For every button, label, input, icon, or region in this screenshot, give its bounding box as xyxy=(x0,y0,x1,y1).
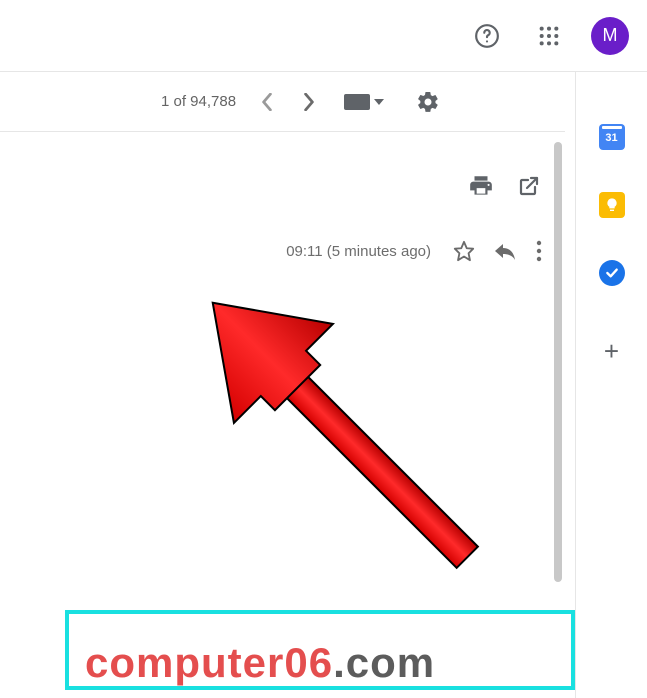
tasks-app-icon[interactable] xyxy=(599,260,625,286)
calendar-day: 31 xyxy=(599,132,625,144)
help-icon[interactable] xyxy=(467,16,507,56)
content-area: 09:11 (5 minutes ago) xyxy=(0,132,565,612)
account-avatar[interactable]: M xyxy=(591,17,629,55)
keyboard-icon xyxy=(344,94,370,110)
watermark-part2: .com xyxy=(333,639,435,686)
message-actions-top xyxy=(467,172,543,200)
avatar-initial: M xyxy=(603,25,618,46)
watermark: computer06.com xyxy=(85,639,435,687)
side-panel: 31 + xyxy=(575,72,647,698)
apps-grid-icon[interactable] xyxy=(529,16,569,56)
input-tools-dropdown[interactable] xyxy=(340,90,388,114)
keep-app-icon[interactable] xyxy=(599,192,625,218)
settings-gear-icon[interactable] xyxy=(408,82,448,122)
message-timestamp: 09:11 (5 minutes ago) xyxy=(286,243,431,260)
prev-button[interactable] xyxy=(246,81,288,123)
scrollbar[interactable] xyxy=(554,142,562,582)
more-options-icon[interactable] xyxy=(535,240,543,262)
calendar-app-icon[interactable]: 31 xyxy=(599,124,625,150)
star-icon[interactable] xyxy=(453,240,475,262)
open-in-new-icon[interactable] xyxy=(515,172,543,200)
add-addon-button[interactable]: + xyxy=(604,338,619,364)
app-frame: { "header": { "avatar_initial": "M" }, "… xyxy=(0,0,647,698)
next-button[interactable] xyxy=(288,81,330,123)
chevron-down-icon xyxy=(374,99,384,105)
pagination-counter: 1 of 94,788 xyxy=(161,93,236,110)
watermark-part1: computer06 xyxy=(85,639,333,686)
message-meta-row: 09:11 (5 minutes ago) xyxy=(286,240,543,262)
reply-icon[interactable] xyxy=(493,241,517,261)
conversation-toolbar: 1 of 94,788 xyxy=(0,72,565,132)
print-icon[interactable] xyxy=(467,172,495,200)
top-bar: M xyxy=(0,0,647,72)
